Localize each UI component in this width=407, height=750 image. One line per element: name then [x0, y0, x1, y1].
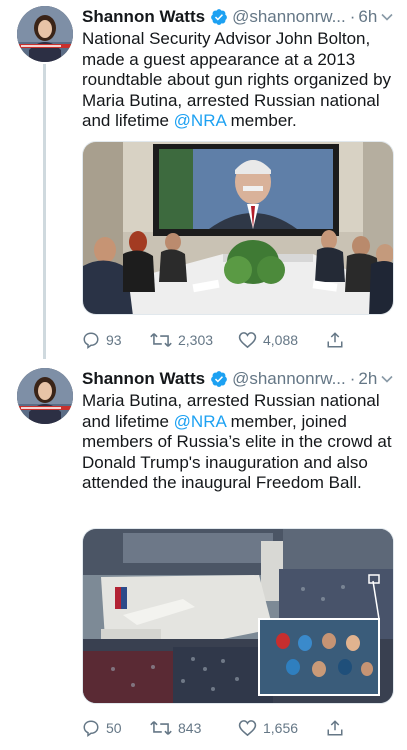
tweet-1[interactable]: Shannon Watts @shannonrw... · 6h Nationa…	[0, 0, 407, 360]
tweet-actions: 93 2,303 4,088	[82, 329, 394, 351]
share-icon	[327, 720, 343, 736]
like-icon	[238, 332, 257, 349]
retweet-button[interactable]: 2,303	[150, 331, 238, 349]
chevron-down-icon[interactable]	[380, 10, 394, 24]
thread-line	[43, 64, 46, 359]
author-name[interactable]: Shannon Watts	[82, 369, 205, 389]
like-count: 4,088	[263, 332, 299, 348]
tweet-text: Maria Butina, arrested Russian national …	[82, 391, 394, 494]
retweet-button[interactable]: 843	[150, 719, 238, 737]
mention-link[interactable]: @NRA	[174, 412, 226, 431]
reply-count: 50	[106, 720, 122, 736]
reply-button[interactable]: 50	[82, 719, 150, 737]
author-name[interactable]: Shannon Watts	[82, 7, 205, 27]
tweet-header: Shannon Watts @shannonrw... · 6h	[82, 6, 394, 28]
mention-link[interactable]: @NRA	[174, 111, 226, 130]
retweet-icon	[150, 333, 172, 347]
avatar[interactable]	[17, 6, 73, 62]
separator-dot: ·	[349, 369, 356, 388]
like-icon	[238, 720, 257, 737]
like-button[interactable]: 1,656	[238, 719, 326, 737]
like-button[interactable]: 4,088	[238, 331, 326, 349]
share-button[interactable]	[326, 331, 344, 349]
verified-badge-icon	[211, 371, 227, 387]
reply-count: 93	[106, 332, 122, 348]
avatar[interactable]	[17, 368, 73, 424]
share-icon	[327, 332, 343, 348]
reply-icon	[83, 720, 99, 737]
retweet-count: 843	[178, 720, 202, 736]
tweet-image[interactable]	[82, 528, 394, 704]
tweet-2[interactable]: Shannon Watts @shannonrw... · 2h Maria B…	[0, 360, 407, 750]
timestamp[interactable]: 6h	[358, 7, 377, 27]
share-button[interactable]	[326, 719, 344, 737]
separator-dot: ·	[349, 7, 356, 26]
reply-button[interactable]: 93	[82, 331, 150, 349]
retweet-count: 2,303	[178, 332, 214, 348]
chevron-down-icon[interactable]	[380, 372, 394, 386]
reply-icon	[83, 332, 99, 349]
verified-badge-icon	[211, 9, 227, 25]
tweet-header: Shannon Watts @shannonrw... · 2h	[82, 368, 394, 390]
tweet-image[interactable]	[82, 141, 394, 315]
timestamp[interactable]: 2h	[358, 369, 377, 389]
like-count: 1,656	[263, 720, 299, 736]
tweet-actions: 50 843 1,656	[82, 717, 394, 739]
author-handle[interactable]: @shannonrw...	[232, 7, 346, 27]
tweet-text: National Security Advisor John Bolton, m…	[82, 29, 394, 132]
tweet-text-part: member.	[225, 111, 297, 130]
author-handle[interactable]: @shannonrw...	[232, 369, 346, 389]
retweet-icon	[150, 721, 172, 735]
